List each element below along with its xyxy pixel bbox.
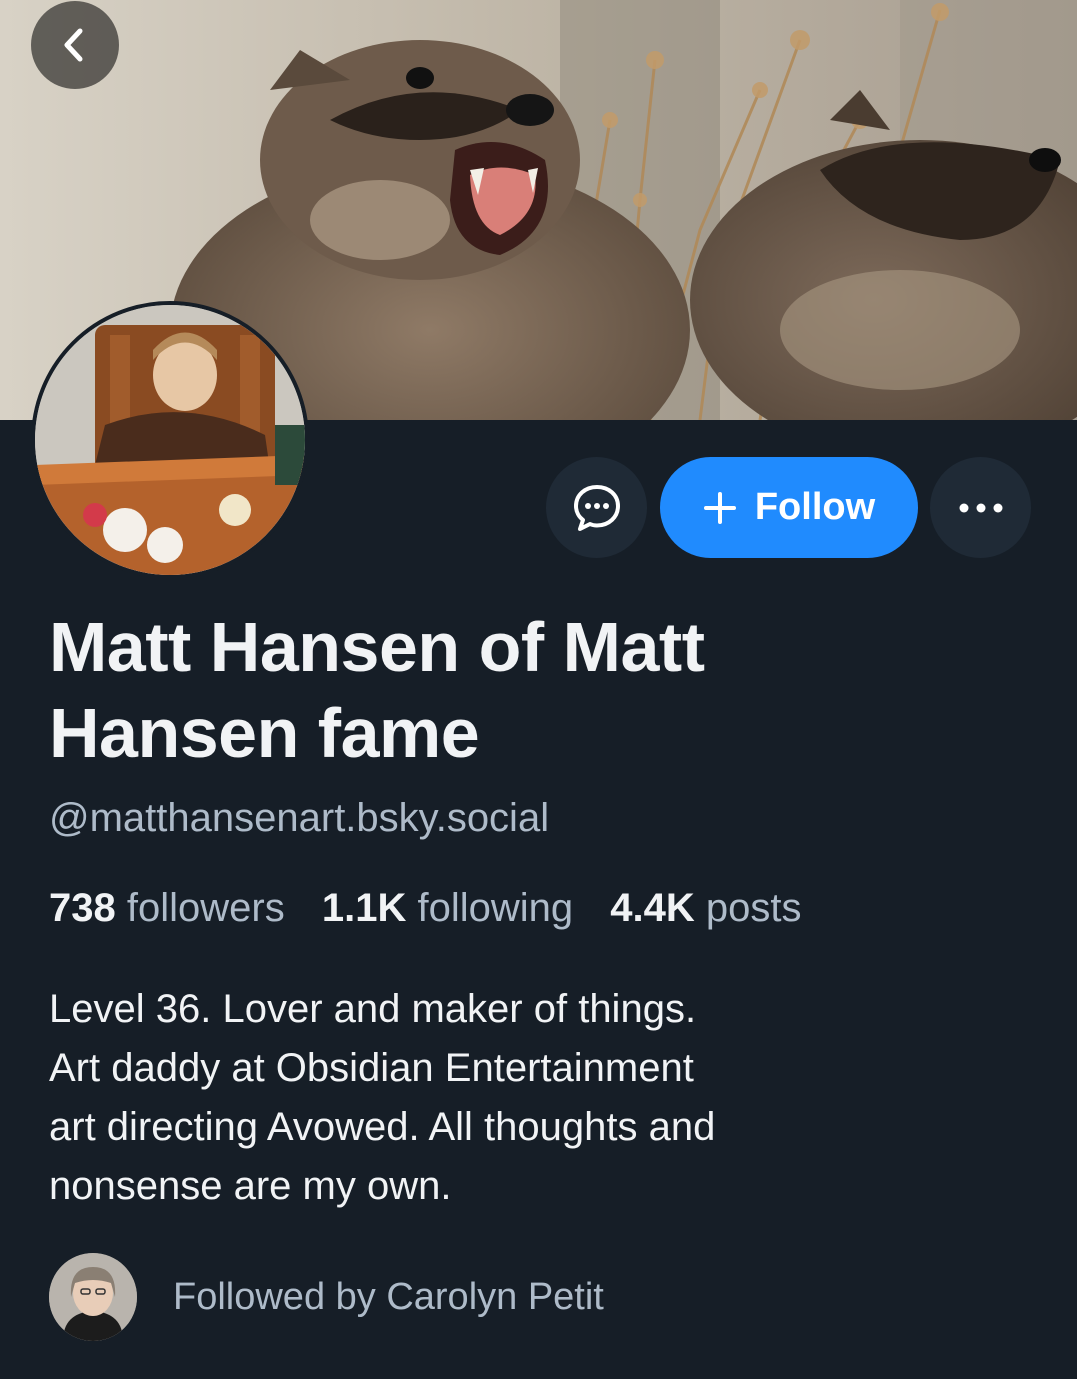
following-count: 1.1K (321, 886, 407, 930)
ellipsis-icon (959, 503, 1002, 512)
profile-handle: @matthansenart.bsky.social (49, 796, 550, 840)
chevron-left-icon (64, 28, 83, 62)
follower-avatar-image (49, 1253, 137, 1341)
followed-by-text: Followed by Carolyn Petit (173, 1275, 604, 1318)
followers-count: 738 (49, 886, 116, 930)
profile-bio: Level 36. Lover and maker of things. Art… (49, 987, 716, 1208)
posts-count: 4.4K (610, 886, 695, 930)
posts-stat: 4.4K posts (610, 886, 801, 930)
profile-stats: 738 followers 1.1K following 4.4K posts (49, 886, 827, 931)
chat-bubble-icon (573, 484, 620, 531)
plus-icon (703, 491, 736, 524)
following-stat[interactable]: 1.1K following (322, 886, 573, 930)
follow-button[interactable]: Follow (660, 457, 918, 558)
more-options-button[interactable] (930, 457, 1031, 558)
profile-actions: Follow (0, 456, 1077, 558)
follower-avatar (49, 1253, 137, 1341)
followers-stat[interactable]: 738 followers (49, 886, 285, 930)
followed-by-row[interactable]: Followed by Carolyn Petit (49, 1252, 604, 1342)
display-name: Matt Hansen of Matt Hansen fame (49, 608, 705, 772)
following-label: following (417, 886, 574, 930)
posts-label: posts (705, 886, 802, 930)
message-button[interactable] (546, 457, 647, 558)
followers-label: followers (126, 886, 285, 930)
back-button[interactable] (31, 1, 119, 89)
follow-button-label: Follow (754, 486, 876, 528)
